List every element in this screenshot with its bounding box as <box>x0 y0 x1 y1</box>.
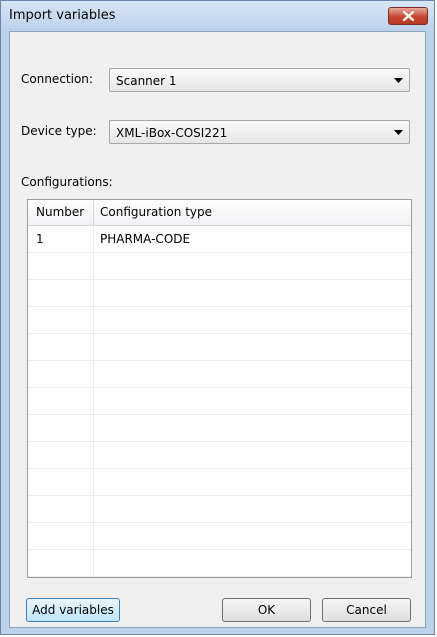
configurations-label: Configurations: <box>21 175 113 189</box>
dialog-body: Connection: Scanner 1 Device type: XML-i… <box>9 31 426 628</box>
ok-button[interactable]: OK <box>222 598 311 622</box>
table-row-empty <box>28 550 411 577</box>
cancel-button[interactable]: Cancel <box>322 598 411 622</box>
device-type-dropdown[interactable]: XML-iBox-COSI221 <box>109 120 410 144</box>
table-header: Number Configuration type <box>28 200 411 226</box>
column-header-number[interactable]: Number <box>36 200 84 225</box>
cell-configuration-type: PHARMA-CODE <box>100 232 191 246</box>
table-row-empty <box>28 469 411 496</box>
table-row-empty <box>28 523 411 550</box>
connection-dropdown[interactable]: Scanner 1 <box>109 68 410 92</box>
connection-value: Scanner 1 <box>116 74 177 88</box>
device-type-value: XML-iBox-COSI221 <box>116 126 228 140</box>
chevron-down-icon <box>394 130 403 135</box>
table-row[interactable]: 1 PHARMA-CODE <box>28 226 411 253</box>
table-row-empty <box>28 388 411 415</box>
close-icon <box>403 11 414 21</box>
window-title: Import variables <box>9 8 116 23</box>
column-separator[interactable] <box>93 200 94 225</box>
table-row-empty <box>28 307 411 334</box>
connection-label: Connection: <box>21 72 93 86</box>
device-type-label: Device type: <box>21 124 97 138</box>
close-button[interactable] <box>388 7 428 25</box>
table-row-empty <box>28 280 411 307</box>
chevron-down-icon <box>394 78 403 83</box>
import-variables-dialog: Import variables Connection: Scanner 1 D… <box>0 0 435 635</box>
table-row-empty <box>28 334 411 361</box>
cell-number: 1 <box>36 232 44 246</box>
table-row-empty <box>28 442 411 469</box>
add-variables-button[interactable]: Add variables <box>26 598 120 622</box>
title-bar: Import variables <box>1 1 434 31</box>
table-row-empty <box>28 496 411 523</box>
table-row-empty <box>28 415 411 442</box>
table-row-empty <box>28 361 411 388</box>
table-row-empty <box>28 253 411 280</box>
configurations-table[interactable]: Number Configuration type 1 PHARMA-CODE <box>27 199 412 578</box>
column-header-configuration-type[interactable]: Configuration type <box>100 200 212 225</box>
